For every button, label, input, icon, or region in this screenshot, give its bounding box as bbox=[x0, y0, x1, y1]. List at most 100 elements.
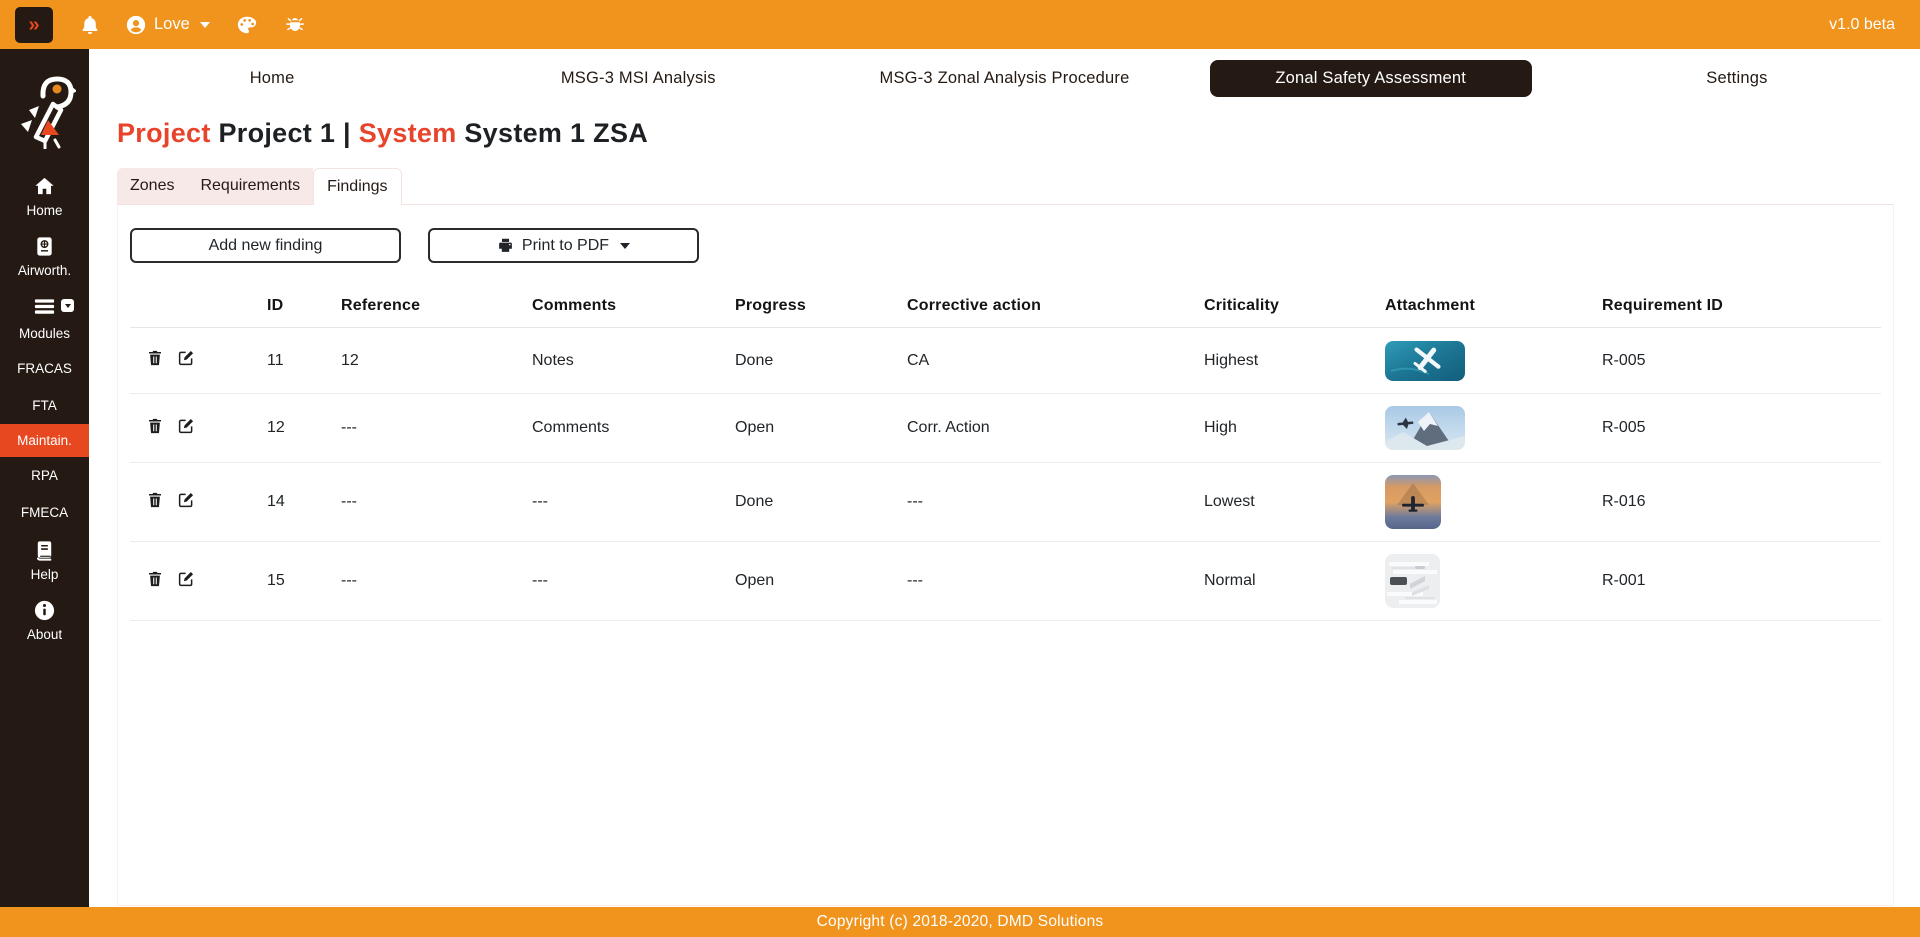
printer-icon bbox=[497, 237, 514, 254]
col-corrective-action: Corrective action bbox=[891, 287, 1188, 328]
chevron-double-right-icon: » bbox=[28, 15, 39, 35]
print-to-pdf-label: Print to PDF bbox=[522, 237, 609, 255]
sidebar-item-label: Home bbox=[26, 203, 62, 218]
page-title: Project Project 1 | System System 1 ZSA bbox=[117, 118, 1920, 149]
footer: Copyright (c) 2018-2020, DMD Solutions bbox=[0, 907, 1920, 937]
cell-comments: --- bbox=[516, 542, 719, 621]
user-menu[interactable]: Love bbox=[125, 14, 210, 36]
caret-down-icon bbox=[200, 22, 210, 28]
attachment-thumbnail-plane-sunset-clouds[interactable] bbox=[1385, 475, 1441, 529]
cell-id: 12 bbox=[251, 394, 325, 463]
edit-button[interactable] bbox=[177, 570, 195, 588]
cell-progress: Done bbox=[719, 463, 891, 542]
cell-id: 11 bbox=[251, 328, 325, 394]
home-icon bbox=[33, 175, 56, 198]
sidebar-item-maintain[interactable]: Maintain. bbox=[0, 424, 89, 457]
layout: Home Airworth. Modules FRACAS FTA Mainta… bbox=[0, 49, 1920, 907]
table-row: 11 12 Notes Done CA Highest bbox=[130, 328, 1881, 394]
topbar: » Love v1.0 beta bbox=[0, 0, 1920, 49]
sidebar-item-modules[interactable]: Modules bbox=[0, 287, 89, 350]
cell-progress: Open bbox=[719, 542, 891, 621]
nav-item-zonal-safety-assessment[interactable]: Zonal Safety Assessment bbox=[1210, 60, 1532, 97]
edit-button[interactable] bbox=[177, 349, 195, 367]
palette-icon bbox=[236, 14, 258, 36]
cell-requirement-id: R-005 bbox=[1586, 328, 1881, 394]
passport-icon bbox=[33, 235, 56, 258]
delete-button[interactable] bbox=[146, 417, 164, 435]
add-new-finding-button[interactable]: Add new finding bbox=[130, 228, 401, 263]
cell-criticality: High bbox=[1188, 394, 1369, 463]
edit-button[interactable] bbox=[177, 417, 195, 435]
system-value: System 1 ZSA bbox=[464, 118, 648, 148]
bell-icon bbox=[79, 14, 101, 36]
debug-button[interactable] bbox=[284, 14, 306, 36]
sidebar-item-airworthiness[interactable]: Airworth. bbox=[0, 227, 89, 287]
notifications-button[interactable] bbox=[79, 14, 101, 36]
cell-reference: --- bbox=[325, 463, 516, 542]
nav-item-msg3-msi-analysis[interactable]: MSG-3 MSI Analysis bbox=[561, 69, 716, 88]
sidebar-item-home[interactable]: Home bbox=[0, 167, 89, 227]
delete-button[interactable] bbox=[146, 570, 164, 588]
sidebar-item-label: Help bbox=[31, 567, 59, 582]
sidebar-item-label: FMECA bbox=[21, 505, 68, 520]
cell-progress: Open bbox=[719, 394, 891, 463]
tab-findings[interactable]: Findings bbox=[313, 168, 401, 205]
delete-button[interactable] bbox=[146, 349, 164, 367]
sidebar-item-label: RPA bbox=[31, 468, 58, 483]
nav-item-msg3-zonal-analysis-procedure[interactable]: MSG-3 Zonal Analysis Procedure bbox=[880, 69, 1130, 88]
copyright-text: Copyright (c) 2018-2020, DMD Solutions bbox=[817, 913, 1104, 931]
sidebar-item-fta[interactable]: FTA bbox=[0, 387, 89, 424]
cell-reference: 12 bbox=[325, 328, 516, 394]
sidebar-collapse-button[interactable]: » bbox=[15, 7, 53, 43]
cell-progress: Done bbox=[719, 328, 891, 394]
edit-icon bbox=[177, 570, 195, 588]
nav-item-settings[interactable]: Settings bbox=[1706, 69, 1767, 88]
findings-panel: Add new finding Print to PDF bbox=[117, 205, 1894, 906]
book-icon bbox=[33, 539, 56, 562]
sidebar-item-fracas[interactable]: FRACAS bbox=[0, 350, 89, 387]
col-reference: Reference bbox=[325, 287, 516, 328]
col-actions bbox=[130, 287, 251, 328]
sidebar-item-fmeca[interactable]: FMECA bbox=[0, 494, 89, 531]
delete-button[interactable] bbox=[146, 491, 164, 509]
sidebar: Home Airworth. Modules FRACAS FTA Mainta… bbox=[0, 49, 89, 907]
tab-bar: Zones Requirements Findings bbox=[117, 168, 1894, 205]
table-header-row: ID Reference Comments Progress Correctiv… bbox=[130, 287, 1881, 328]
edit-button[interactable] bbox=[177, 491, 195, 509]
cell-requirement-id: R-016 bbox=[1586, 463, 1881, 542]
edit-icon bbox=[177, 491, 195, 509]
sidebar-item-label: Airworth. bbox=[18, 263, 71, 278]
bug-icon bbox=[284, 14, 306, 36]
edit-icon bbox=[177, 417, 195, 435]
col-progress: Progress bbox=[719, 287, 891, 328]
tab-zones[interactable]: Zones bbox=[117, 168, 187, 204]
col-criticality: Criticality bbox=[1188, 287, 1369, 328]
col-comments: Comments bbox=[516, 287, 719, 328]
nav-item-home[interactable]: Home bbox=[250, 69, 295, 88]
sidebar-item-label: FRACAS bbox=[17, 361, 72, 376]
sidebar-item-help[interactable]: Help bbox=[0, 531, 89, 591]
project-label: Project bbox=[117, 118, 211, 148]
modules-caret-icon[interactable] bbox=[61, 299, 74, 312]
print-to-pdf-button[interactable]: Print to PDF bbox=[428, 228, 699, 263]
add-new-finding-label: Add new finding bbox=[209, 237, 323, 255]
col-requirement-id: Requirement ID bbox=[1586, 287, 1881, 328]
trash-icon bbox=[146, 417, 164, 435]
app-logo bbox=[14, 73, 76, 149]
findings-toolbar: Add new finding Print to PDF bbox=[130, 228, 1893, 263]
caret-down-icon bbox=[620, 243, 630, 249]
tab-requirements[interactable]: Requirements bbox=[187, 168, 313, 204]
edit-icon bbox=[177, 349, 195, 367]
attachment-thumbnail-glider-over-sea[interactable] bbox=[1385, 341, 1465, 381]
findings-table: ID Reference Comments Progress Correctiv… bbox=[130, 287, 1881, 621]
system-label: System bbox=[359, 118, 457, 148]
attachment-thumbnail-jet-and-mountain[interactable] bbox=[1385, 406, 1465, 450]
theme-button[interactable] bbox=[236, 14, 258, 36]
sidebar-item-rpa[interactable]: RPA bbox=[0, 457, 89, 494]
title-separator: | bbox=[343, 118, 351, 148]
attachment-thumbnail-snowy-airfield[interactable] bbox=[1385, 554, 1440, 608]
info-circle-icon bbox=[33, 599, 56, 622]
findings-table-wrap: ID Reference Comments Progress Correctiv… bbox=[130, 287, 1881, 621]
sidebar-item-about[interactable]: About bbox=[0, 591, 89, 651]
cell-criticality: Normal bbox=[1188, 542, 1369, 621]
